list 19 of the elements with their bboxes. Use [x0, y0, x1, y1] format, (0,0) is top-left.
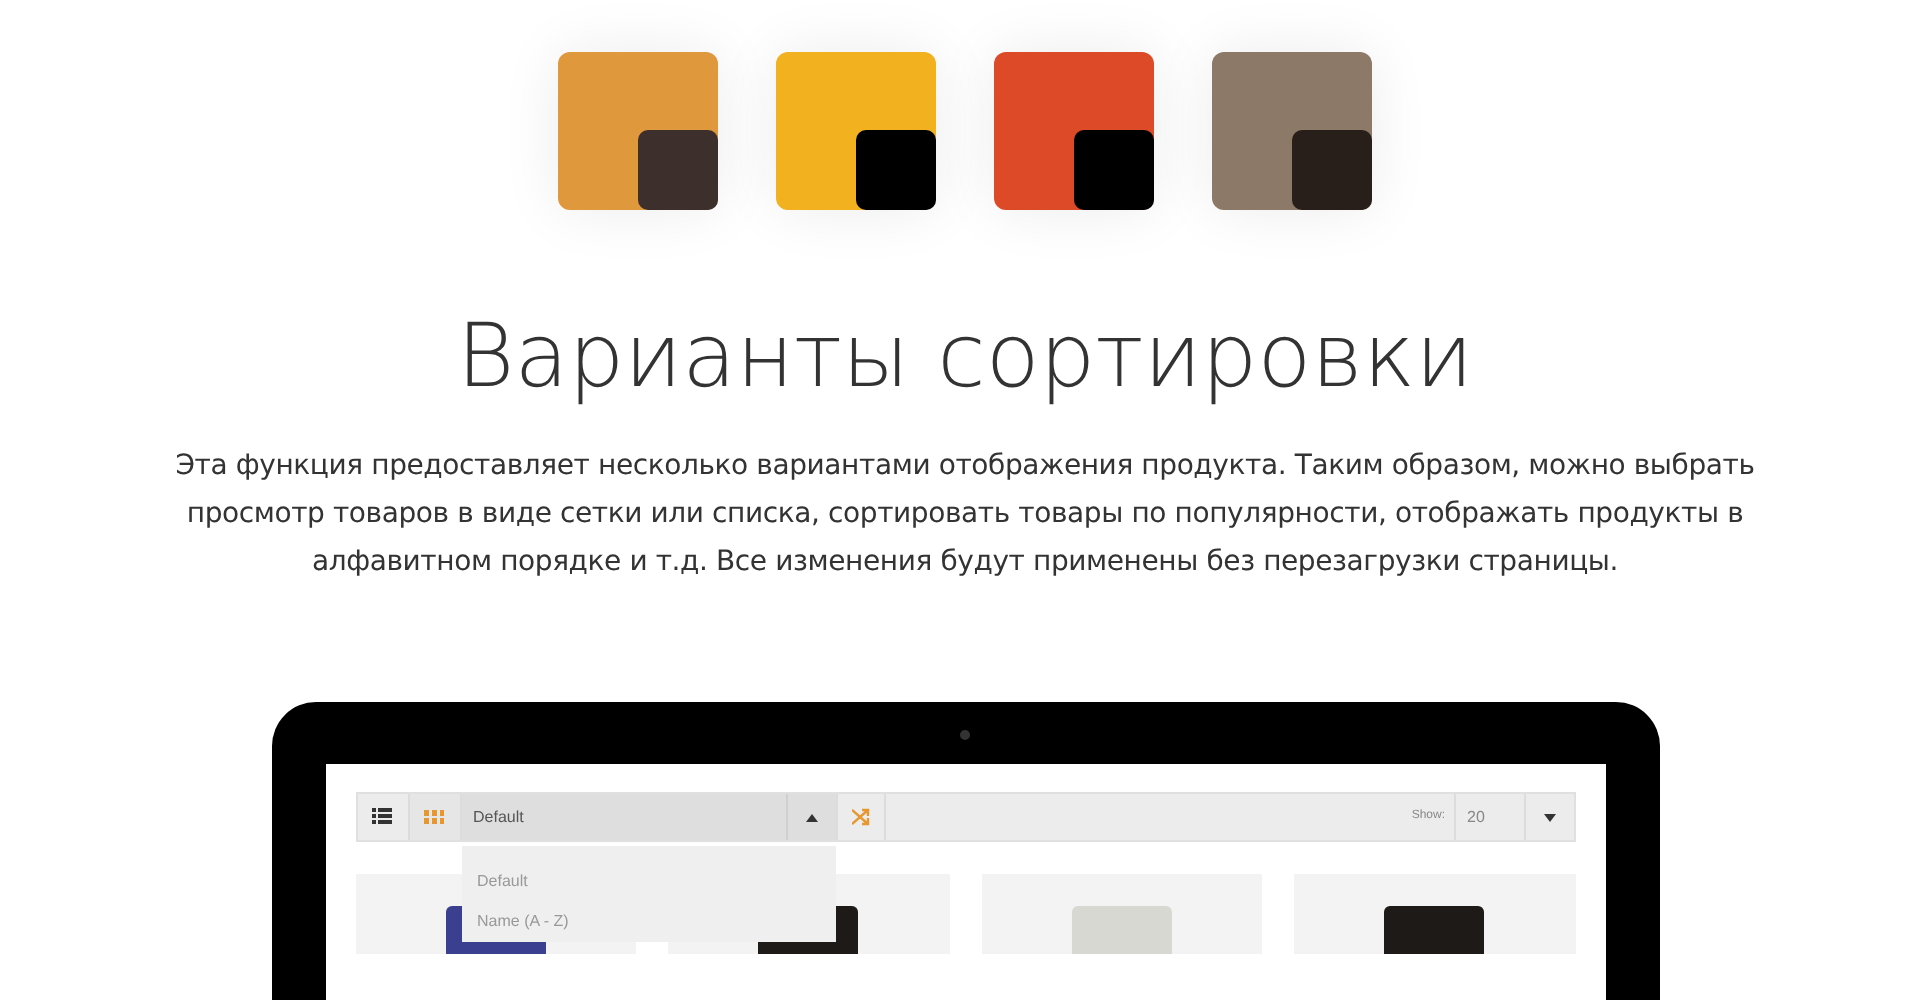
sort-option[interactable]: Name (A - Z)	[461, 902, 835, 942]
caret-icon	[1543, 813, 1555, 821]
camera-icon	[960, 730, 970, 740]
photo-placeholder	[1384, 906, 1485, 954]
color-swatch[interactable]	[1212, 52, 1372, 210]
show-value: 20	[1467, 805, 1487, 829]
sort-value: Default	[473, 805, 526, 829]
color-swatch[interactable]	[558, 52, 718, 210]
section-title: Варианты сортировки	[456, 304, 1474, 412]
sort-option[interactable]: Default	[461, 862, 835, 902]
shuffle-icon	[851, 808, 869, 826]
description-text: Эта функция предоставляет несколько вариантами отображения продукта. Таким образом, можно выбрать просмотр товаров в виде сетки или списка, сортировать товары по популярности, отображать продукты в алфавитном порядке и т.д. Все изменения будут применены без перезагрузки страницы.	[173, 448, 1757, 582]
sort-select[interactable]: Default	[461, 794, 835, 840]
color-swatch[interactable]	[776, 52, 936, 210]
caret-icon	[805, 813, 817, 821]
photo-placeholder	[1071, 906, 1172, 954]
view-toggle-button[interactable]	[409, 794, 461, 840]
show-select[interactable]: 20	[1453, 794, 1573, 840]
color-swatch[interactable]	[994, 52, 1154, 210]
